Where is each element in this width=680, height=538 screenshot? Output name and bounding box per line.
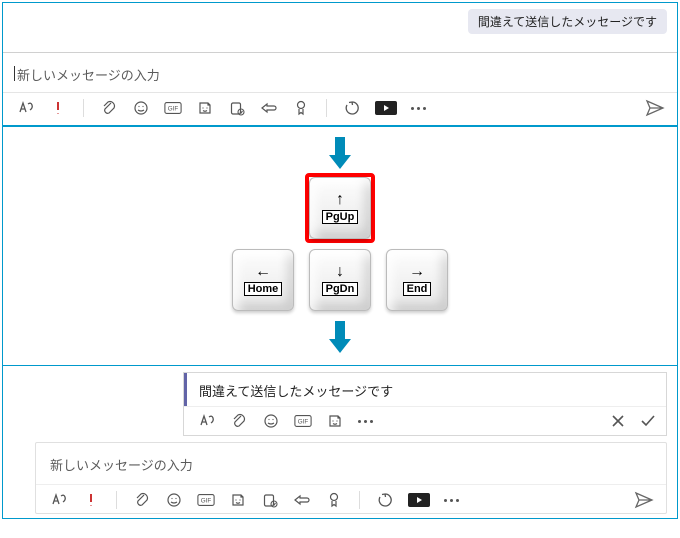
- arrow-up-glyph: ↑: [336, 192, 344, 208]
- actions-icon[interactable]: [376, 491, 394, 509]
- attach-icon[interactable]: [230, 412, 248, 430]
- svg-text:GIF: GIF: [201, 498, 212, 505]
- arrow-down-glyph: ↓: [336, 264, 344, 280]
- gif-icon[interactable]: GIF: [164, 99, 182, 117]
- loop-icon[interactable]: [260, 99, 278, 117]
- confirm-edit-button[interactable]: [640, 413, 656, 429]
- attach-icon[interactable]: [133, 491, 151, 509]
- chat-edit-panel: 間違えて送信したメッセージです GIF 新しいメッセージの入力: [3, 372, 677, 518]
- sticker-icon[interactable]: [229, 491, 247, 509]
- editing-message-text[interactable]: 間違えて送信したメッセージです: [184, 373, 666, 406]
- gif-icon[interactable]: GIF: [197, 491, 215, 509]
- stream-icon[interactable]: [375, 101, 397, 115]
- more-icon[interactable]: [411, 107, 426, 110]
- svg-text:GIF: GIF: [298, 419, 309, 426]
- more-icon[interactable]: [444, 499, 459, 502]
- emoji-icon[interactable]: [262, 412, 280, 430]
- send-button[interactable]: [645, 99, 665, 117]
- send-button[interactable]: [634, 491, 654, 509]
- key-label: Home: [244, 282, 283, 296]
- sticker-icon[interactable]: [326, 412, 344, 430]
- instruction-flow: ↑ PgUp ← Home ↓ PgDn → End: [3, 126, 677, 366]
- arrow-key-cluster: ↑ PgUp ← Home ↓ PgDn → End: [220, 177, 460, 317]
- emoji-icon[interactable]: [132, 99, 150, 117]
- attach-icon[interactable]: [100, 99, 118, 117]
- approvals-icon[interactable]: [228, 99, 246, 117]
- priority-icon[interactable]: [49, 99, 67, 117]
- toolbar-divider: [326, 99, 327, 117]
- loop-icon[interactable]: [293, 491, 311, 509]
- arrow-right-glyph: →: [409, 264, 425, 280]
- key-label: PgUp: [322, 210, 359, 224]
- message-edit-card: 間違えて送信したメッセージです GIF: [183, 372, 667, 436]
- cancel-edit-button[interactable]: [610, 413, 626, 429]
- format-icon[interactable]: [50, 491, 68, 509]
- key-pgdn[interactable]: ↓ PgDn: [309, 249, 371, 311]
- compose-input[interactable]: 新しいメッセージの入力: [3, 52, 677, 92]
- compose-placeholder: 新しいメッセージの入力: [17, 65, 160, 84]
- compose-toolbar: GIF: [36, 484, 666, 513]
- format-icon[interactable]: [198, 412, 216, 430]
- emoji-icon[interactable]: [165, 491, 183, 509]
- chat-compose-panel: 間違えて送信したメッセージです 新しいメッセージの入力 GIF: [3, 3, 677, 126]
- toolbar-divider: [359, 491, 360, 509]
- key-end[interactable]: → End: [386, 249, 448, 311]
- approvals-icon[interactable]: [261, 491, 279, 509]
- actions-icon[interactable]: [343, 99, 361, 117]
- priority-icon[interactable]: [82, 491, 100, 509]
- svg-text:GIF: GIF: [168, 106, 179, 113]
- toolbar-divider: [83, 99, 84, 117]
- compose-placeholder[interactable]: 新しいメッセージの入力: [36, 443, 666, 484]
- arrow-down-icon: [329, 321, 351, 355]
- sent-message-bubble[interactable]: 間違えて送信したメッセージです: [468, 9, 667, 34]
- key-label: End: [403, 282, 432, 296]
- arrow-down-icon: [329, 137, 351, 171]
- stream-icon[interactable]: [408, 493, 430, 507]
- more-icon[interactable]: [358, 420, 373, 423]
- key-pgup[interactable]: ↑ PgUp: [309, 177, 371, 239]
- key-home[interactable]: ← Home: [232, 249, 294, 311]
- edit-toolbar: GIF: [184, 406, 666, 435]
- toolbar-divider: [116, 491, 117, 509]
- sent-message-row: 間違えて送信したメッセージです: [3, 3, 677, 34]
- compose-box-secondary: 新しいメッセージの入力 GIF: [35, 442, 667, 514]
- sticker-icon[interactable]: [196, 99, 214, 117]
- format-icon[interactable]: [17, 99, 35, 117]
- praise-icon[interactable]: [325, 491, 343, 509]
- praise-icon[interactable]: [292, 99, 310, 117]
- gif-icon[interactable]: GIF: [294, 412, 312, 430]
- compose-toolbar: GIF: [3, 92, 677, 121]
- arrow-left-glyph: ←: [255, 264, 271, 280]
- key-label: PgDn: [322, 282, 359, 296]
